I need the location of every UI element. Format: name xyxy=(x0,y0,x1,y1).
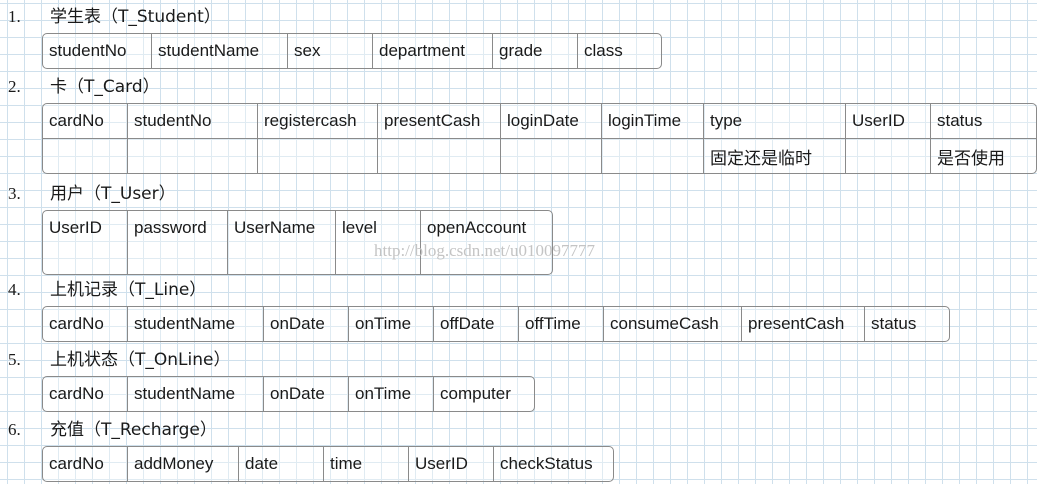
column-header: onTime xyxy=(348,377,433,411)
column-header: date xyxy=(238,447,323,481)
section-number: 3. xyxy=(8,184,21,203)
column-header: onDate xyxy=(263,377,348,411)
column-header: password xyxy=(127,211,227,274)
table-row: cardNo studentName onDate onTime offDate… xyxy=(43,307,949,341)
table-row: cardNo studentNo registercash presentCas… xyxy=(43,104,1036,138)
section-number: 1. xyxy=(8,7,21,26)
column-header: addMoney xyxy=(127,447,238,481)
column-header: presentCash xyxy=(377,104,500,138)
section-title: 卡（T_Card） xyxy=(50,77,160,97)
column-header: class xyxy=(577,34,661,68)
column-header: studentNo xyxy=(49,41,127,60)
section-title: 学生表（T_Student） xyxy=(50,7,221,27)
column-header: consumeCash xyxy=(603,307,741,341)
column-header: cardNo xyxy=(49,384,104,403)
table-t-recharge: cardNo addMoney date time UserID checkSt… xyxy=(42,446,614,482)
column-header: offDate xyxy=(433,307,518,341)
table-row: 固定还是临时 是否使用 xyxy=(43,138,1036,173)
table-cell xyxy=(601,138,703,173)
column-header: onDate xyxy=(263,307,348,341)
column-header: studentNo xyxy=(127,104,257,138)
column-header: UserID xyxy=(845,104,930,138)
table-cell xyxy=(377,138,500,173)
column-header: studentName xyxy=(127,307,263,341)
table-t-card: cardNo studentNo registercash presentCas… xyxy=(42,103,1037,174)
column-header: type xyxy=(703,104,845,138)
table-row: cardNo addMoney date time UserID checkSt… xyxy=(43,447,613,481)
column-header: cardNo xyxy=(49,314,104,333)
column-header: loginTime xyxy=(601,104,703,138)
table-cell: 是否使用 xyxy=(930,138,1036,173)
column-header: presentCash xyxy=(741,307,864,341)
column-header: UserID xyxy=(408,447,493,481)
table-t-line: cardNo studentName onDate onTime offDate… xyxy=(42,306,950,342)
column-header: checkStatus xyxy=(493,447,613,481)
section-title: 上机状态（T_OnLine） xyxy=(50,350,231,370)
table-row: studentNo studentName sex department gra… xyxy=(43,34,661,68)
column-header: studentName xyxy=(127,377,263,411)
table-cell xyxy=(257,138,377,173)
table-cell xyxy=(500,138,601,173)
column-header: department xyxy=(372,34,492,68)
section-title: 用户（T_User） xyxy=(50,184,176,204)
column-header: status xyxy=(864,307,949,341)
column-header: computer xyxy=(433,377,534,411)
column-header: UserName xyxy=(227,211,335,274)
column-header: time xyxy=(323,447,408,481)
section-title: 充值（T_Recharge） xyxy=(50,420,217,440)
table-cell xyxy=(845,138,930,173)
section-number: 4. xyxy=(8,280,21,299)
column-header: onTime xyxy=(348,307,433,341)
table-cell xyxy=(127,138,257,173)
table-cell xyxy=(43,138,127,173)
section-number: 6. xyxy=(8,420,21,439)
column-header: UserID xyxy=(49,218,102,237)
column-header: cardNo xyxy=(49,111,104,130)
section-number: 5. xyxy=(8,350,21,369)
section-number: 2. xyxy=(8,77,21,96)
column-header: loginDate xyxy=(500,104,601,138)
table-row: cardNo studentName onDate onTime compute… xyxy=(43,377,534,411)
column-header: cardNo xyxy=(49,454,104,473)
column-header: offTime xyxy=(518,307,603,341)
column-header: sex xyxy=(287,34,372,68)
column-header: studentName xyxy=(151,34,287,68)
watermark: http://blog.csdn.net/u010097777 xyxy=(374,241,595,260)
table-cell: 固定还是临时 xyxy=(703,138,845,173)
table-t-student: studentNo studentName sex department gra… xyxy=(42,33,662,69)
column-header: registercash xyxy=(257,104,377,138)
column-header: grade xyxy=(492,34,577,68)
table-t-online: cardNo studentName onDate onTime compute… xyxy=(42,376,535,412)
column-header: status xyxy=(930,104,1036,138)
section-title: 上机记录（T_Line） xyxy=(50,280,207,300)
